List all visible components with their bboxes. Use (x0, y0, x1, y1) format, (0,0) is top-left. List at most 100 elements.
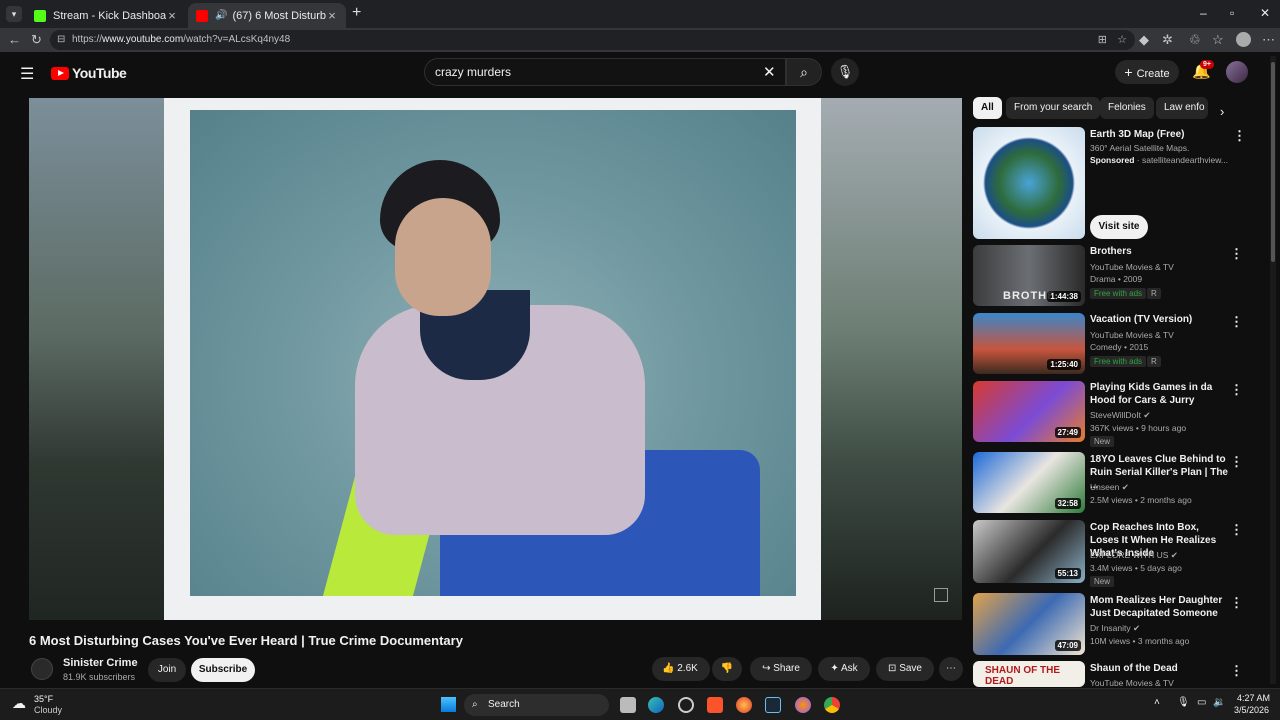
back-icon[interactable]: ← (8, 32, 21, 47)
more-actions-button[interactable]: ⋯ (939, 657, 963, 681)
create-button[interactable]: + Create (1115, 60, 1179, 84)
more-options-icon[interactable]: ⋮ (1230, 595, 1243, 611)
rec-thumbnail[interactable]: 27:49 (973, 381, 1085, 442)
taskbar-search-label: Search (488, 699, 520, 710)
account-avatar[interactable] (1226, 61, 1248, 83)
browser-tab-youtube[interactable]: 🔊 (67) 6 Most Disturbing Cases × (188, 3, 346, 28)
minimize-icon[interactable]: – (1200, 6, 1207, 20)
youtube-logo[interactable]: YouTube (51, 65, 127, 81)
chip-law-enforcement[interactable]: Law enfo (1156, 97, 1208, 119)
task-view-icon[interactable] (620, 697, 636, 713)
rec-thumbnail[interactable]: 32:58 (973, 452, 1085, 513)
rec-thumbnail[interactable]: BROTHE 1:44:38 (973, 245, 1085, 306)
clock-date[interactable]: 3/5/2026 (1234, 705, 1269, 715)
scrollbar-thumb[interactable] (1271, 62, 1275, 262)
rec-title[interactable]: Playing Kids Games in da Hood for Cars &… (1090, 381, 1230, 407)
rec-thumbnail[interactable]: 47:09 (973, 593, 1085, 655)
join-button[interactable]: Join (148, 658, 186, 682)
rec-meta: 2.5M views • 2 months ago (1090, 495, 1192, 505)
like-button[interactable]: 👍 2.6K (652, 657, 710, 681)
audio-playing-icon[interactable]: 🔊 (215, 10, 227, 21)
rec-channel[interactable]: EXPLORE WITH US ✔ (1090, 550, 1178, 561)
extensions-puzzle-icon[interactable]: ✲ (1162, 32, 1173, 48)
clear-search-icon[interactable]: ✕ (763, 63, 776, 81)
browser-menu-icon[interactable]: ⋯ (1262, 32, 1275, 48)
tray-mic-icon[interactable]: 🎙 (1177, 697, 1190, 708)
more-options-icon[interactable]: ⋮ (1233, 128, 1246, 144)
tray-volume-icon[interactable]: 🔉 (1213, 697, 1225, 708)
firefox-dev-icon[interactable] (795, 697, 811, 713)
menu-hamburger-icon[interactable]: ☰ (20, 64, 34, 84)
sponsored-thumbnail[interactable] (973, 127, 1085, 239)
firefox-icon[interactable] (736, 697, 752, 713)
chip-from-your-search[interactable]: From your search (1006, 97, 1101, 119)
rec-channel[interactable]: Dr Insanity ✔ (1090, 623, 1140, 634)
bookmark-star-icon[interactable]: ☆ (1117, 30, 1127, 50)
more-options-icon[interactable]: ⋮ (1230, 522, 1243, 538)
brave-icon[interactable] (707, 697, 723, 713)
tab-list-button[interactable]: ▾ (6, 6, 22, 22)
start-windows-icon[interactable] (441, 697, 456, 712)
rec-channel[interactable]: YouTube Movies & TV (1090, 262, 1174, 272)
rec-title[interactable]: Vacation (TV Version) (1090, 313, 1230, 326)
rec-channel[interactable]: YouTube Movies & TV (1090, 678, 1174, 688)
video-background-left (29, 98, 164, 620)
url-field[interactable]: ⊟ https://www.youtube.com/watch?v=ALcsKq… (50, 30, 1135, 50)
edge-icon[interactable] (648, 697, 664, 713)
more-options-icon[interactable]: ⋮ (1230, 454, 1243, 470)
free-with-ads-badge: Free with ads (1090, 356, 1147, 367)
rec-title[interactable]: Mom Realizes Her Daughter Just Decapitat… (1090, 594, 1230, 620)
more-options-icon[interactable]: ⋮ (1230, 314, 1243, 330)
rec-channel[interactable]: YouTube Movies & TV (1090, 330, 1174, 340)
rec-thumbnail[interactable]: SHAUN OF THE DEAD (973, 661, 1085, 687)
search-input[interactable]: crazy murders (424, 58, 786, 86)
tray-chevron-icon[interactable]: ˄ (1154, 697, 1160, 708)
close-tab-icon[interactable]: × (166, 8, 178, 23)
dislike-button[interactable]: 👎 (712, 657, 742, 681)
weather-icon[interactable]: ☁ (12, 695, 26, 712)
channel-name[interactable]: Sinister Crime (63, 657, 138, 669)
maximize-icon[interactable]: ▫ (1230, 6, 1234, 20)
rec-title[interactable]: Shaun of the Dead (1090, 662, 1230, 675)
visit-site-button[interactable]: Visit site (1090, 215, 1148, 239)
rec-channel[interactable]: SteveWillDoIt ✔ (1090, 410, 1151, 421)
steam-icon[interactable] (765, 697, 781, 713)
browser-tab-kick[interactable]: Stream - Kick Dashboard × (26, 3, 186, 28)
taskbar-search[interactable]: ⌕ Search (464, 694, 609, 716)
more-options-icon[interactable]: ⋮ (1230, 382, 1243, 398)
chip-all[interactable]: All (973, 97, 1002, 119)
share-button[interactable]: ↪ Share (750, 657, 812, 681)
clock-time[interactable]: 4:27 AM (1237, 693, 1270, 703)
search-icon[interactable]: ⌕ (786, 58, 822, 86)
site-info-icon[interactable]: ⊟ (57, 30, 65, 50)
tray-network-icon[interactable]: ▭ (1197, 697, 1206, 708)
close-window-icon[interactable]: ✕ (1260, 6, 1270, 20)
profile-avatar[interactable] (1236, 32, 1251, 47)
close-tab-icon[interactable]: × (326, 8, 338, 23)
rec-channel[interactable]: Unseen ✔ (1090, 482, 1129, 493)
tab-title: (67) 6 Most Disturbing Cases (232, 9, 326, 22)
chip-felonies[interactable]: Felonies (1100, 97, 1154, 119)
reload-icon[interactable]: ↻ (31, 32, 42, 48)
new-tab-button[interactable]: + (352, 4, 361, 22)
rec-thumbnail[interactable]: 55:13 (973, 520, 1085, 583)
rec-title[interactable]: Brothers (1090, 245, 1230, 258)
save-button[interactable]: ⊡ Save (876, 657, 934, 681)
more-options-icon[interactable]: ⋮ (1230, 663, 1243, 679)
app-icon[interactable] (678, 697, 694, 713)
video-player[interactable] (29, 98, 962, 620)
favorites-icon[interactable]: ☆ (1212, 32, 1224, 48)
sponsored-title[interactable]: Earth 3D Map (Free) (1090, 128, 1230, 141)
translate-icon[interactable]: ⊞ (1098, 30, 1107, 50)
subscribe-button[interactable]: Subscribe (191, 658, 255, 682)
microphone-icon[interactable]: 🎙 (831, 58, 859, 86)
rec-thumbnail[interactable]: 1:25:40 (973, 313, 1085, 374)
chevron-right-icon[interactable]: › (1220, 104, 1224, 119)
ask-button[interactable]: ✦ Ask (818, 657, 870, 681)
chrome-icon[interactable] (824, 697, 840, 713)
more-options-icon[interactable]: ⋮ (1230, 246, 1243, 262)
page-scrollbar[interactable] (1270, 56, 1276, 684)
extension-icon[interactable]: ◆ (1139, 32, 1149, 48)
profile-extension-icon[interactable]: ♲ (1189, 32, 1201, 48)
channel-avatar[interactable] (31, 658, 53, 680)
